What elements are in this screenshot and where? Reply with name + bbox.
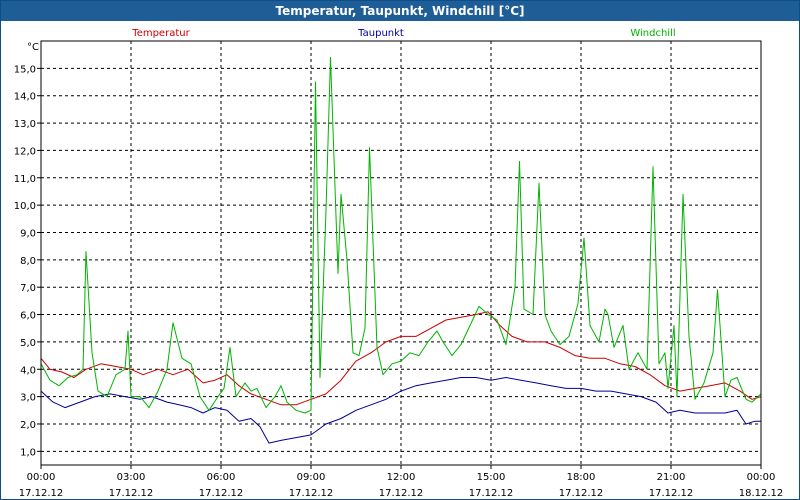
y-tick-label: 11,0 <box>14 174 36 185</box>
legend-windchill: Windchill <box>630 28 675 39</box>
x-tick-date: 17.12.12 <box>109 488 154 499</box>
y-tick-label: 6,0 <box>20 311 36 322</box>
window-title: Temperatur, Taupunkt, Windchill [°C] <box>1 1 799 21</box>
x-tick-date: 18.12.12 <box>739 488 784 499</box>
y-tick-label: 2,0 <box>20 420 36 431</box>
x-tick-date: 17.12.12 <box>199 488 244 499</box>
y-tick-label: 13,0 <box>14 119 36 130</box>
x-tick-time: 18:00 <box>567 472 596 483</box>
y-tick-label: 7,0 <box>20 283 36 294</box>
y-tick-label: 10,0 <box>14 201 36 212</box>
y-tick-label: 3,0 <box>20 393 36 404</box>
y-unit-label: °C <box>27 42 39 53</box>
x-tick-time: 03:00 <box>117 472 146 483</box>
x-tick-time: 12:00 <box>387 472 416 483</box>
x-tick-time: 15:00 <box>477 472 506 483</box>
y-tick-label: 15,0 <box>14 64 36 75</box>
y-tick-label: 14,0 <box>14 92 36 103</box>
x-axis: 00:00 17.12.12 03:00 17.12.12 06:00 17.12.12 0… <box>19 465 784 499</box>
x-tick-date: 17.12.12 <box>649 488 694 499</box>
x-tick-date: 17.12.12 <box>19 488 64 499</box>
legend-taupunkt: Taupunkt <box>357 28 404 39</box>
x-tick-time: 21:00 <box>657 472 686 483</box>
x-tick-time: 00:00 <box>747 472 776 483</box>
y-tick-label: 8,0 <box>20 256 36 267</box>
y-tick-label: 9,0 <box>20 228 36 239</box>
x-tick-date: 17.12.12 <box>469 488 514 499</box>
y-axis: 1,0 2,0 3,0 4,0 5,0 6,0 7,0 8,0 9,0 10,0 11,0 12,0 1… <box>14 42 41 458</box>
line-chart: 1,0 2,0 3,0 4,0 5,0 6,0 7,0 8,0 9,0 10,0 11,0 12,0 1… <box>14 28 784 499</box>
x-tick-date: 17.12.12 <box>289 488 334 499</box>
x-tick-date: 17.12.12 <box>559 488 604 499</box>
x-tick-time: 09:00 <box>297 472 326 483</box>
y-tick-label: 4,0 <box>20 365 36 376</box>
legend: Temperatur Taupunkt Windchill <box>131 28 675 39</box>
x-tick-date: 17.12.12 <box>379 488 424 499</box>
chart-window: Temperatur, Taupunkt, Windchill [°C] 1,0… <box>0 0 800 500</box>
y-tick-label: 5,0 <box>20 338 36 349</box>
y-tick-label: 1,0 <box>20 447 36 458</box>
legend-temperatur: Temperatur <box>131 28 190 39</box>
x-tick-time: 00:00 <box>27 472 56 483</box>
x-tick-time: 06:00 <box>207 472 236 483</box>
y-tick-label: 12,0 <box>14 146 36 157</box>
